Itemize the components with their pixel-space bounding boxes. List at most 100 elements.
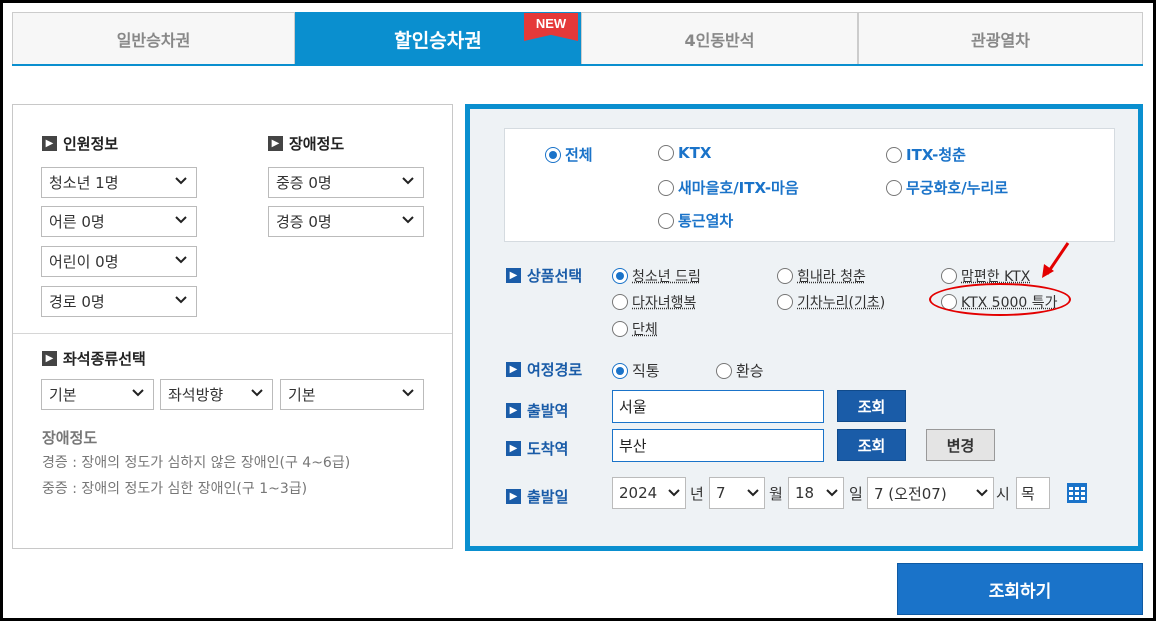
label-text: 여정경로 <box>527 361 583 379</box>
chevron-down-icon <box>747 489 759 497</box>
select-value: 청소년 1명 <box>49 174 119 192</box>
radio-label: 새마을호/ITX-마음 <box>678 179 799 197</box>
radio-label: KTX <box>678 144 712 162</box>
senior-count-select[interactable]: 경로 0명 <box>41 286 197 317</box>
radio-icon <box>886 146 902 163</box>
ticket-type-tabs: 일반승차권 할인승차권 NEW 4인동반석 관광열차 <box>12 12 1143 66</box>
product-group-radio[interactable]: 단체 <box>612 319 658 339</box>
chevron-down-icon <box>976 489 988 497</box>
tab-label: 4인동반석 <box>684 30 755 50</box>
label-text: 출발일 <box>527 488 569 506</box>
chevron-down-icon <box>175 296 187 304</box>
radio-icon <box>716 362 732 379</box>
route-transfer-radio[interactable]: 환승 <box>716 360 764 381</box>
radio-icon <box>941 268 957 284</box>
label-text: 출발역 <box>527 402 569 420</box>
train-type-saemaeul-radio[interactable]: 새마을호/ITX-마음 <box>658 177 799 198</box>
departure-date-label: ▶ 출발일 <box>506 486 568 507</box>
passenger-panel: ▶ 인원정보 ▶ 장애정도 청소년 1명 어른 0명 어린이 0명 경로 0명 중증… <box>12 104 453 549</box>
mild-count-select[interactable]: 경증 0명 <box>268 206 424 237</box>
input-value: 부산 <box>619 437 647 455</box>
arrival-lookup-button[interactable]: 조회 <box>837 429 906 461</box>
radio-icon <box>612 294 628 310</box>
radio-icon <box>658 179 674 196</box>
train-type-commuter-radio[interactable]: 통근열차 <box>658 210 733 231</box>
radio-checked-icon <box>612 362 628 379</box>
radio-label: 환승 <box>736 362 764 380</box>
radio-icon <box>658 145 674 161</box>
radio-icon <box>941 294 957 310</box>
product-youth-dream-radio[interactable]: 청소년 드림 <box>612 266 701 286</box>
select-value: 경증 0명 <box>276 213 332 231</box>
product-label: ▶ 상품선택 <box>506 265 582 286</box>
tab-tourist-train[interactable]: 관광열차 <box>858 12 1143 64</box>
route-direct-radio[interactable]: 직통 <box>612 360 660 381</box>
seat-position-select[interactable]: 기본 <box>280 379 424 410</box>
calendar-icon[interactable] <box>1066 482 1088 504</box>
tab-label: 일반승차권 <box>116 30 191 50</box>
select-value: 경로 0명 <box>49 293 105 311</box>
arrow-right-icon: ▶ <box>506 441 521 456</box>
tab-discount-ticket[interactable]: 할인승차권 NEW <box>295 12 581 66</box>
swap-stations-button[interactable]: 변경 <box>926 429 995 461</box>
arrow-right-icon: ▶ <box>268 136 283 151</box>
badge-text: NEW <box>535 16 567 31</box>
train-type-itx-cheongchun-radio[interactable]: ITX-청춘 <box>886 144 966 165</box>
radio-label: 통근열차 <box>678 212 734 230</box>
seat-class-select[interactable]: 기본 <box>41 379 154 410</box>
chevron-down-icon <box>175 256 187 264</box>
disability-heading: ▶ 장애정도 <box>268 133 344 154</box>
seat-direction-select[interactable]: 좌석방향 <box>160 379 273 410</box>
chevron-down-icon <box>402 177 414 185</box>
arrival-station-input[interactable]: 부산 <box>612 429 824 462</box>
tab-four-person-seat[interactable]: 4인동반석 <box>581 12 858 64</box>
departure-station-input[interactable]: 서울 <box>612 390 824 423</box>
arrow-right-icon: ▶ <box>506 489 521 504</box>
day-select[interactable]: 18 <box>788 477 844 509</box>
product-comfort-ktx-radio[interactable]: 맘편한 KTX <box>941 266 1030 286</box>
departure-lookup-button[interactable]: 조회 <box>837 390 906 422</box>
product-cheer-up-youth-radio[interactable]: 힘내라 청춘 <box>777 266 866 286</box>
chevron-down-icon <box>175 216 187 224</box>
select-value: 중증 0명 <box>276 174 332 192</box>
radio-label: 맘편한 KTX <box>961 269 1031 285</box>
radio-icon <box>612 321 628 337</box>
adult-count-select[interactable]: 어른 0명 <box>41 206 197 237</box>
train-type-ktx-radio[interactable]: KTX <box>658 144 711 162</box>
child-count-select[interactable]: 어린이 0명 <box>41 246 197 277</box>
seat-type-heading: ▶ 좌석종류선택 <box>42 348 146 369</box>
select-value: 기본 <box>288 386 316 404</box>
label-text: 상품선택 <box>527 267 583 285</box>
product-ktx-5000-special-radio[interactable]: KTX 5000 특가 <box>941 292 1058 312</box>
hour-select[interactable]: 7 (오전07) <box>867 477 994 509</box>
radio-label: KTX 5000 특가 <box>961 295 1058 311</box>
youth-count-select[interactable]: 청소년 1명 <box>41 167 197 198</box>
chevron-down-icon <box>668 489 680 497</box>
train-type-all-radio[interactable]: 전체 <box>545 144 593 165</box>
arrow-right-icon: ▶ <box>506 362 521 377</box>
arrow-right-icon: ▶ <box>506 403 521 418</box>
weekday-value: 목 <box>1021 484 1035 503</box>
month-select[interactable]: 7 <box>709 477 765 509</box>
product-multi-child-radio[interactable]: 다자녀행복 <box>612 292 696 312</box>
hour-unit: 시 <box>996 485 1010 503</box>
radio-label: 직통 <box>632 362 660 380</box>
select-value: 기본 <box>49 386 77 404</box>
arrow-right-icon: ▶ <box>42 136 57 151</box>
severe-count-select[interactable]: 중증 0명 <box>268 167 424 198</box>
label-text: 도착역 <box>527 440 569 458</box>
radio-label: 힘내라 청춘 <box>797 269 866 285</box>
select-value: 어른 0명 <box>49 213 105 231</box>
select-value: 좌석방향 <box>168 386 224 404</box>
radio-label: 청소년 드림 <box>632 269 701 285</box>
weekday-display: 목 <box>1016 477 1050 509</box>
search-button[interactable]: 조회하기 <box>897 563 1143 615</box>
train-type-mugunghwa-radio[interactable]: 무궁화호/누리로 <box>886 177 1008 198</box>
chevron-down-icon <box>132 389 144 397</box>
tab-general-ticket[interactable]: 일반승차권 <box>12 12 295 64</box>
radio-icon <box>777 294 793 310</box>
product-train-nuri-radio[interactable]: 기차누리(기초) <box>777 292 885 312</box>
year-select[interactable]: 2024 <box>612 477 686 509</box>
chevron-down-icon <box>251 389 263 397</box>
train-type-box: 전체 KTX ITX-청춘 새마을호/ITX-마음 무궁화호/누리로 통근열차 <box>504 128 1115 242</box>
